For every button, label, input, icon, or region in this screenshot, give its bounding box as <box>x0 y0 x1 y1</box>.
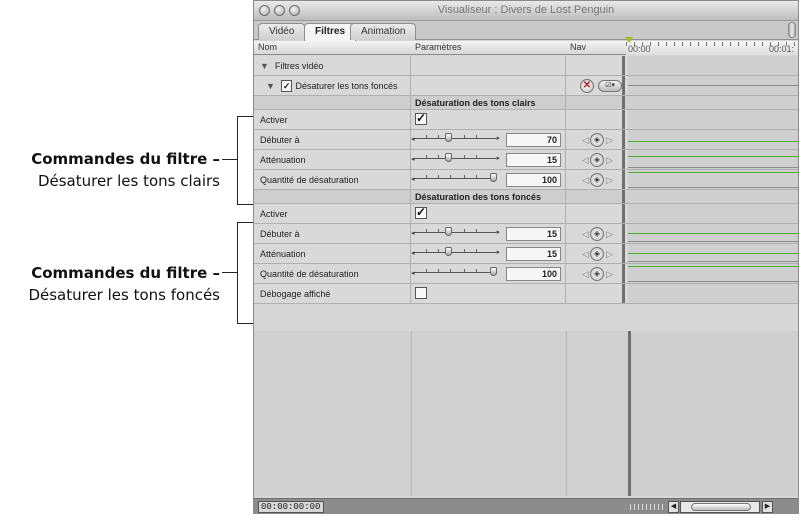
start-slider[interactable]: ◂ ▸ <box>411 227 500 237</box>
callout-dark-tones: Commandes du filtre – Désaturer les tons… <box>28 262 220 306</box>
timeline-area[interactable] <box>628 331 798 496</box>
list-item[interactable]: Débuter à ◂ ▸ 15 ◁ ◈ ▷ <box>254 224 798 244</box>
reset-icon[interactable]: ✕ <box>580 79 594 93</box>
keyframe-nav[interactable]: ◁ ◈ ▷ <box>582 173 613 187</box>
debug-checkbox[interactable] <box>415 287 427 299</box>
softness-value-field[interactable]: 15 <box>506 247 561 261</box>
callout-title: Commandes du filtre – <box>31 264 220 282</box>
amount-value-field[interactable]: 100 <box>506 173 561 187</box>
param-label: Débuter à <box>254 224 411 243</box>
scroll-left-icon[interactable]: ◀ <box>668 501 679 513</box>
column-params: Paramètres <box>415 42 462 52</box>
keyframe-nav[interactable]: ◁ ◈ ▷ <box>582 227 613 241</box>
list-item[interactable]: Quantité de désaturation ◂ 100 ◁ ◈ ▷ <box>254 264 798 284</box>
softness-slider[interactable]: ◂ ▸ <box>411 153 500 163</box>
empty-list-area <box>254 331 798 496</box>
disclosure-triangle-icon[interactable]: ▼ <box>260 61 269 71</box>
tab-filters[interactable]: Filtres <box>304 23 357 41</box>
keyframe-icon[interactable]: ◈ <box>590 173 604 187</box>
viewer-window: Visualiseur : Divers de Lost Penguin Vid… <box>253 0 799 514</box>
enable-filter-checkbox[interactable]: ✓ <box>280 80 293 92</box>
keyframe-nav[interactable]: ◁ ◈ ▷ <box>582 267 613 281</box>
list-item[interactable]: Atténuation ◂ ▸ 15 ◁ ◈ ▷ <box>254 244 798 264</box>
bracket-dark-tones <box>237 222 254 324</box>
amount-slider[interactable]: ◂ <box>411 173 497 183</box>
ruler-start: 00:00 <box>628 44 651 54</box>
timeline-scrollbar[interactable] <box>680 501 760 513</box>
param-label: Débogage affiché <box>254 284 411 303</box>
bracket-tick-light <box>222 159 237 160</box>
group-header: Désaturation des tons foncés <box>254 190 798 204</box>
param-label: Quantité de désaturation <box>254 264 411 283</box>
ruler-end: 00:01: <box>768 44 794 54</box>
timecode-field[interactable]: 00:00:00:00 <box>258 501 324 513</box>
title-bar[interactable]: Visualiseur : Divers de Lost Penguin <box>254 1 798 21</box>
parameter-list: ▼ Filtres vidéo ▼ ✓ Désaturer les tons fonc… <box>254 56 798 304</box>
keyframe-nav[interactable]: ◁ ◈ ▷ <box>582 247 613 261</box>
param-label: Quantité de désaturation <box>254 170 411 189</box>
callout-light-tones: Commandes du filtre – Désaturer les tons… <box>31 148 220 192</box>
param-label: Atténuation <box>254 244 411 263</box>
filter-name-label: Désaturer les tons foncés <box>295 81 398 91</box>
param-label: Activer <box>254 204 411 223</box>
list-item[interactable]: Débuter à ◂ ▸ 70 ◁ ◈ ▷ <box>254 130 798 150</box>
keyframe-icon[interactable]: ◈ <box>590 267 604 281</box>
start-value-field[interactable]: 15 <box>506 227 561 241</box>
scroll-thumb[interactable] <box>788 22 796 38</box>
scrollbar-thumb[interactable] <box>691 503 751 511</box>
list-item[interactable]: Débogage affiché <box>254 284 798 304</box>
list-item[interactable]: Activer ✓ <box>254 110 798 130</box>
keyframe-icon[interactable]: ◈ <box>590 153 604 167</box>
group-header: Désaturation des tons clairs <box>254 96 798 110</box>
disclosure-triangle-icon[interactable]: ▼ <box>266 81 275 91</box>
window-title: Visualiseur : Divers de Lost Penguin <box>437 4 615 16</box>
tab-animation[interactable]: Animation <box>350 23 417 40</box>
zoom-controls: ◀ ▶ <box>626 501 776 513</box>
footer-bar: 00:00:00:00 ◀ ▶ <box>254 498 798 513</box>
callout-title: Commandes du filtre – <box>31 150 220 168</box>
scroll-right-icon[interactable]: ▶ <box>762 501 773 513</box>
param-label: Atténuation <box>254 150 411 169</box>
callout-subtitle: Désaturer les tons foncés <box>28 286 220 304</box>
row-label: Filtres vidéo <box>274 61 324 71</box>
bracket-light-tones <box>237 116 254 205</box>
list-item[interactable]: Activer ✓ <box>254 204 798 224</box>
softness-slider[interactable]: ◂ ▸ <box>411 247 500 257</box>
keyframe-nav[interactable]: ◁ ◈ ▷ <box>582 133 613 147</box>
list-item[interactable]: Quantité de désaturation ◂ 100 ◁ ◈ ▷ <box>254 170 798 190</box>
list-item[interactable]: Atténuation ◂ ▸ 15 ◁ ◈ ▷ <box>254 150 798 170</box>
softness-value-field[interactable]: 15 <box>506 153 561 167</box>
param-label: Activer <box>254 110 411 129</box>
param-label: Débuter à <box>254 130 411 149</box>
column-name: Nom <box>258 42 278 52</box>
group-dark-label: Désaturation des tons foncés <box>415 192 542 202</box>
start-slider[interactable]: ◂ ▸ <box>411 133 500 143</box>
list-item[interactable]: ▼ Filtres vidéo <box>254 56 798 76</box>
start-value-field[interactable]: 70 <box>506 133 561 147</box>
enable-dark-checkbox[interactable]: ✓ <box>415 206 427 219</box>
zoom-slider[interactable] <box>630 504 666 510</box>
column-nav: Nav <box>570 42 587 52</box>
filter-menu-button[interactable]: ☑▾ <box>598 80 622 92</box>
list-item[interactable]: ▼ ✓ Désaturer les tons foncés ✕ ☑▾ <box>254 76 798 96</box>
keyframe-icon[interactable]: ◈ <box>590 133 604 147</box>
amount-value-field[interactable]: 100 <box>506 267 561 281</box>
keyframe-icon[interactable]: ◈ <box>590 227 604 241</box>
callout-subtitle: Désaturer les tons clairs <box>37 172 220 190</box>
keyframe-icon[interactable]: ◈ <box>590 247 604 261</box>
amount-slider[interactable]: ◂ <box>411 267 497 277</box>
bracket-tick-dark <box>222 272 237 273</box>
tab-video[interactable]: Vidéo <box>258 23 306 40</box>
timeline-ruler[interactable]: 00:00 00:01: <box>626 41 798 55</box>
keyframe-nav[interactable]: ◁ ◈ ▷ <box>582 153 613 167</box>
enable-light-checkbox[interactable]: ✓ <box>415 112 427 125</box>
playhead-marker[interactable] <box>625 37 633 43</box>
tab-bar: Vidéo Filtres Animation <box>254 21 798 41</box>
group-light-label: Désaturation des tons clairs <box>415 98 536 108</box>
column-header: Nom Paramètres Nav 00:00 00:01: <box>254 41 798 55</box>
